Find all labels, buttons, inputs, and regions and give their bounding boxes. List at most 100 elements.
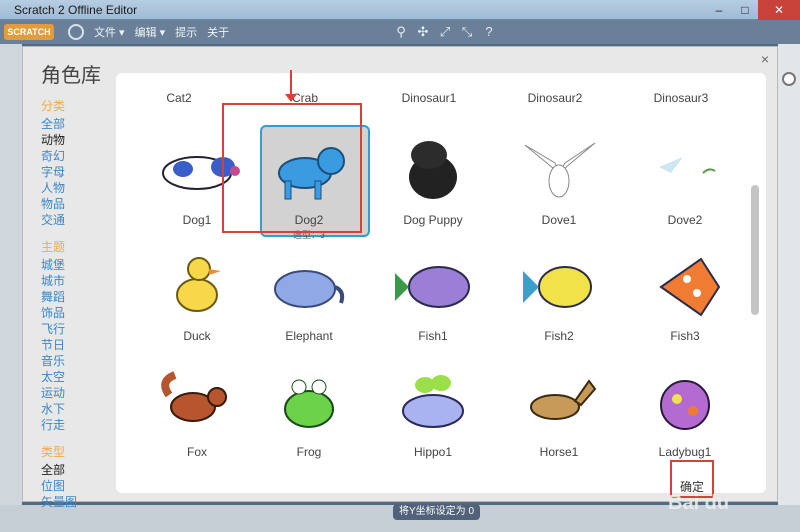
globe-icon[interactable] bbox=[68, 24, 84, 40]
ladybug-icon bbox=[660, 380, 710, 430]
sprite-name: Frog bbox=[296, 445, 322, 459]
sprite-name: Hippo1 bbox=[413, 445, 453, 459]
theme-dance[interactable]: 舞蹈 bbox=[41, 289, 111, 305]
category-all[interactable]: 全部 bbox=[41, 116, 111, 132]
background-panel-right bbox=[778, 44, 800, 532]
sprite-tile-fish3[interactable]: Fish3 bbox=[626, 243, 744, 353]
category-transport[interactable]: 交通 bbox=[41, 212, 111, 228]
sprite-tile-frog[interactable]: Frog bbox=[250, 359, 368, 469]
category-people[interactable]: 人物 bbox=[41, 180, 111, 196]
sprite-name: Fish1 bbox=[418, 329, 448, 343]
theme-city[interactable]: 城市 bbox=[41, 273, 111, 289]
category-group-title: 分类 bbox=[41, 99, 66, 113]
type-all[interactable]: 全部 bbox=[41, 462, 111, 478]
theme-group-title: 主题 bbox=[41, 240, 66, 254]
type-group-title: 类型 bbox=[41, 445, 66, 459]
window-title: Scratch 2 Offline Editor bbox=[14, 3, 138, 17]
theme-underwater[interactable]: 水下 bbox=[41, 401, 111, 417]
maximize-button[interactable]: □ bbox=[732, 0, 758, 20]
sprite-name: Elephant bbox=[285, 329, 333, 343]
elephant-icon bbox=[274, 270, 345, 308]
theme-castle[interactable]: 城堡 bbox=[41, 257, 111, 273]
menu-file[interactable]: 文件 ▾ bbox=[94, 24, 125, 40]
window-titlebar: Scratch 2 Offline Editor – □ ✕ bbox=[0, 0, 800, 20]
fox-icon bbox=[161, 371, 227, 422]
sprite-tile-dog-puppy[interactable]: Dog Puppy bbox=[374, 127, 492, 237]
sprite-tile-horse1[interactable]: Horse1 bbox=[500, 359, 618, 469]
sprite-tile-dove1[interactable]: Dove1 bbox=[500, 127, 618, 237]
sprite-library-dialog: 角色库 × 分类 全部 动物 奇幻 字母 人物 物品 交通 主题 城堡 城市 舞… bbox=[22, 46, 778, 509]
sprite-tile-elephant[interactable]: Elephant bbox=[250, 243, 368, 353]
theme-space[interactable]: 太空 bbox=[41, 369, 111, 385]
theme-holiday[interactable]: 节日 bbox=[41, 337, 111, 353]
help-icon[interactable]: ? bbox=[481, 24, 497, 40]
sprite-tile-ladybug1[interactable]: Ladybug1 bbox=[626, 359, 744, 469]
theme-music[interactable]: 音乐 bbox=[41, 353, 111, 369]
fish-icon bbox=[523, 266, 592, 308]
theme-sports[interactable]: 运动 bbox=[41, 385, 111, 401]
sprite-tile-dove2[interactable]: Dove2 bbox=[626, 127, 744, 237]
sprite-tile-fish1[interactable]: Fish1 bbox=[374, 243, 492, 353]
duplicate-icon[interactable]: ⚲ bbox=[393, 24, 409, 40]
sprite-label[interactable]: Dinosaur2 bbox=[500, 91, 610, 105]
fish-icon bbox=[395, 266, 470, 308]
menu-about[interactable]: 关于 bbox=[207, 24, 229, 40]
category-sidebar: 分类 全部 动物 奇幻 字母 人物 物品 交通 主题 城堡 城市 舞蹈 饰品 飞… bbox=[41, 93, 111, 510]
theme-flying[interactable]: 飞行 bbox=[41, 321, 111, 337]
sprite-label[interactable]: Dinosaur1 bbox=[374, 91, 484, 105]
theme-walking[interactable]: 行走 bbox=[41, 417, 111, 433]
puppy-icon bbox=[409, 141, 457, 199]
sprite-tile-fox[interactable]: Fox bbox=[138, 359, 256, 469]
hippo-icon bbox=[402, 375, 464, 428]
sprite-tile-duck[interactable]: Duck bbox=[138, 243, 256, 353]
type-bitmap[interactable]: 位图 bbox=[41, 478, 111, 494]
menubar: SCRATCH 文件 ▾ 编辑 ▾ 提示 关于 ⚲ ✣ ⤢ ⤡ ? bbox=[0, 20, 800, 44]
sprite-name: Horse1 bbox=[539, 445, 579, 459]
watermark: Bai du bbox=[668, 492, 730, 514]
category-animals[interactable]: 动物 bbox=[41, 132, 111, 148]
grow-icon[interactable]: ⤢ bbox=[437, 24, 453, 40]
annotation-arrow-head bbox=[285, 94, 297, 102]
sprite-label[interactable]: Dinosaur3 bbox=[626, 91, 736, 105]
sprite-name: Dove1 bbox=[541, 213, 577, 227]
sprite-tile-hippo1[interactable]: Hippo1 bbox=[374, 359, 492, 469]
theme-dress-up[interactable]: 饰品 bbox=[41, 305, 111, 321]
dialog-close-button[interactable]: × bbox=[761, 51, 769, 67]
sprite-name: Fish2 bbox=[544, 329, 574, 343]
sprite-grid-scrollbar[interactable] bbox=[751, 79, 759, 485]
dove-icon bbox=[659, 157, 716, 174]
sprite-name: Duck bbox=[183, 329, 211, 343]
horse-icon bbox=[530, 379, 597, 420]
frog-icon bbox=[284, 379, 334, 428]
set-y-block[interactable]: 将Y坐标设定为 0 bbox=[393, 504, 481, 520]
menu-edit[interactable]: 编辑 ▾ bbox=[135, 24, 166, 40]
shrink-icon[interactable]: ⤡ bbox=[459, 24, 475, 40]
annotation-highlight-box bbox=[222, 103, 362, 233]
sprite-grid-panel: Cat2 Crab Dinosaur1 Dinosaur2 Dinosaur3 … bbox=[116, 73, 766, 493]
dove-icon bbox=[524, 142, 596, 198]
window-controls: – □ ✕ bbox=[706, 0, 800, 20]
delete-icon[interactable]: ✣ bbox=[415, 24, 431, 40]
category-things[interactable]: 物品 bbox=[41, 196, 111, 212]
top-row: Cat2 Crab Dinosaur1 Dinosaur2 Dinosaur3 bbox=[116, 81, 756, 107]
sprite-name: Dove2 bbox=[667, 213, 703, 227]
minimize-button[interactable]: – bbox=[706, 0, 732, 20]
duck-icon bbox=[176, 257, 221, 312]
menu-tips[interactable]: 提示 bbox=[175, 24, 197, 40]
annotation-arrow bbox=[290, 70, 292, 96]
sprite-label[interactable]: Cat2 bbox=[124, 91, 234, 105]
window-close-button[interactable]: ✕ bbox=[758, 0, 800, 20]
background-panel-left bbox=[0, 44, 22, 532]
sprite-name: Ladybug1 bbox=[658, 445, 712, 459]
stage-mode-icon[interactable] bbox=[782, 72, 796, 86]
category-letters[interactable]: 字母 bbox=[41, 164, 111, 180]
fish-icon bbox=[659, 257, 721, 317]
type-vector[interactable]: 矢量图 bbox=[41, 494, 111, 510]
category-fantasy[interactable]: 奇幻 bbox=[41, 148, 111, 164]
dialog-title: 角色库 bbox=[41, 65, 101, 87]
scrollbar-thumb[interactable] bbox=[751, 185, 759, 315]
sprite-name: Dog Puppy bbox=[403, 213, 463, 227]
sprite-name: Fish3 bbox=[670, 329, 700, 343]
sprite-tile-fish2[interactable]: Fish2 bbox=[500, 243, 618, 353]
sprite-name: Fox bbox=[186, 445, 207, 459]
